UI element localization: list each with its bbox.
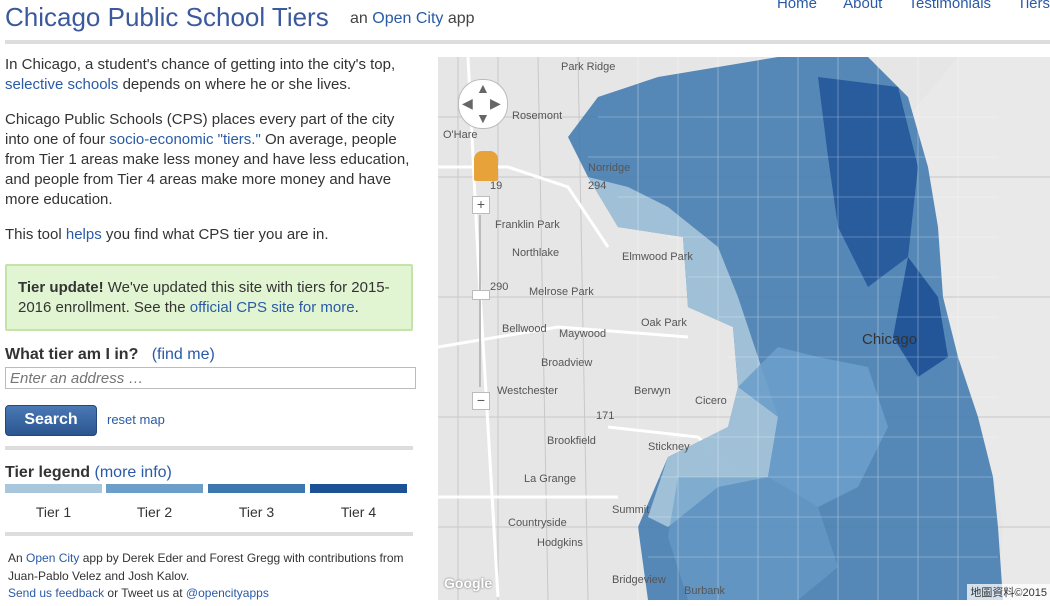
- selective-schools-link[interactable]: selective schools: [5, 76, 118, 93]
- intro-p1-tail: depends on where he or she lives.: [122, 76, 352, 93]
- map-label-elmwood-park: Elmwood Park: [622, 251, 693, 263]
- tagline: an Open City app: [350, 10, 475, 28]
- divider-legend: [5, 446, 413, 450]
- zoom-slider-handle[interactable]: [472, 290, 490, 300]
- map-label-chicago: Chicago: [862, 331, 918, 348]
- map-label-maywood: Maywood: [559, 328, 607, 340]
- intro-p1-text: In Chicago, a student's chance of gettin…: [5, 56, 396, 73]
- pan-down-icon[interactable]: ▼: [476, 110, 490, 126]
- helps-link[interactable]: helps: [66, 226, 102, 243]
- map-label-brookfield: Brookfield: [547, 435, 596, 447]
- tiers-link[interactable]: socio-economic "tiers.": [109, 131, 261, 148]
- tier-question-label: What tier am I in?: [5, 346, 139, 363]
- pan-control[interactable]: ▲ ▼ ◀ ▶: [458, 79, 508, 129]
- nav-about[interactable]: About: [843, 0, 882, 12]
- open-city-link[interactable]: Open City: [372, 10, 443, 27]
- official-cps-link[interactable]: official CPS site for more: [190, 299, 355, 316]
- tagline-suffix: app: [447, 10, 475, 27]
- footer-prefix: An: [8, 551, 23, 565]
- highway-shield-294: 294: [588, 180, 607, 192]
- map-label-burbank: Burbank: [684, 585, 725, 597]
- legend-swatch-tier-4: [310, 484, 407, 493]
- map-label-broadview: Broadview: [541, 357, 593, 369]
- map-copyright[interactable]: 地圖資料©2015: [967, 584, 1050, 600]
- map-label-melrose-park: Melrose Park: [529, 286, 594, 298]
- map-label-bridgeview: Bridgeview: [612, 574, 666, 586]
- pan-left-icon[interactable]: ◀: [462, 95, 473, 112]
- alert-text: Tier update! We've updated this site wit…: [18, 278, 403, 318]
- footer-credits: An Open City app by Derek Eder and Fores…: [8, 549, 408, 585]
- more-info-link[interactable]: (more info): [95, 464, 172, 481]
- tagline-prefix: an: [350, 10, 368, 27]
- reset-map-link[interactable]: reset map: [107, 412, 165, 427]
- zoom-slider-track[interactable]: [479, 215, 481, 387]
- intro-p3-text: This tool: [5, 226, 62, 243]
- intro: In Chicago, a student's chance of gettin…: [5, 55, 415, 260]
- map-label-summit: Summit: [612, 504, 650, 516]
- map-label-ohare: O'Hare: [443, 129, 478, 141]
- pan-right-icon[interactable]: ▶: [490, 95, 501, 112]
- map-label-bellwood: Bellwood: [502, 323, 547, 335]
- pan-up-icon[interactable]: ▲: [476, 80, 490, 96]
- legend-swatch-tier-2: [106, 484, 203, 493]
- legend-label-tier-3: Tier 3: [238, 504, 275, 520]
- google-logo[interactable]: Google: [444, 575, 492, 591]
- divider-footer: [5, 532, 413, 536]
- legend-label-tier-1: Tier 1: [35, 504, 72, 520]
- zoom-out-button[interactable]: −: [472, 392, 490, 410]
- legend-label-tier-2: Tier 2: [136, 504, 173, 520]
- feedback-link[interactable]: Send us feedback: [8, 586, 104, 600]
- map-label-northlake: Northlake: [512, 247, 560, 259]
- map-label-cicero: Cicero: [695, 395, 727, 407]
- intro-paragraph-3: This tool helps you find what CPS tier y…: [5, 225, 415, 245]
- street-view-pegman-icon[interactable]: [474, 151, 498, 181]
- map[interactable]: Park Ridge Rosemont O'Hare Norridge Fran…: [438, 57, 1050, 600]
- tier-question: What tier am I in? (find me): [5, 346, 215, 364]
- legend-title-text: Tier legend: [5, 464, 91, 481]
- top-nav: Home About Testimonials Tiers: [755, 0, 1050, 12]
- map-label-berwyn: Berwyn: [634, 385, 671, 397]
- highway-shield-171: 171: [596, 410, 615, 422]
- legend-title: Tier legend (more info): [5, 464, 172, 482]
- tier-update-alert: Tier update! We've updated this site wit…: [5, 264, 413, 331]
- map-label-westchester: Westchester: [497, 385, 558, 397]
- tweet-text: or Tweet us at: [107, 586, 183, 600]
- nav-tiers[interactable]: Tiers: [1017, 0, 1050, 12]
- header-divider: [5, 40, 1050, 44]
- map-label-hodgkins: Hodgkins: [537, 537, 583, 549]
- footer-feedback: Send us feedback or Tweet us at @opencit…: [8, 586, 269, 600]
- intro-paragraph-2: Chicago Public Schools (CPS) places ever…: [5, 110, 415, 210]
- twitter-link[interactable]: @opencityapps: [186, 586, 269, 600]
- map-label-oak-park: Oak Park: [641, 317, 687, 329]
- map-label-stickney: Stickney: [648, 441, 690, 453]
- legend-label-tier-4: Tier 4: [340, 504, 377, 520]
- map-label-norridge: Norridge: [588, 162, 631, 174]
- search-button[interactable]: Search: [5, 405, 97, 436]
- footer-open-city-link[interactable]: Open City: [26, 551, 79, 565]
- map-label-rosemont: Rosemont: [512, 110, 563, 122]
- map-label-countryside: Countryside: [508, 517, 567, 529]
- map-label-franklin-park: Franklin Park: [495, 219, 560, 231]
- legend-swatch-tier-3: [208, 484, 305, 493]
- zoom-in-button[interactable]: +: [472, 196, 490, 214]
- nav-home[interactable]: Home: [777, 0, 817, 12]
- legend-bars: [5, 484, 409, 493]
- highway-shield-19: 19: [490, 180, 503, 192]
- alert-end: .: [354, 299, 359, 316]
- highway-shield-290: 290: [490, 281, 509, 293]
- map-label-park-ridge: Park Ridge: [561, 61, 616, 73]
- map-label-la-grange: La Grange: [524, 473, 576, 485]
- intro-p3-tail: you find what CPS tier you are in.: [105, 226, 329, 243]
- intro-paragraph-1: In Chicago, a student's chance of gettin…: [5, 55, 415, 95]
- address-input[interactable]: [5, 367, 416, 389]
- nav-testimonials[interactable]: Testimonials: [909, 0, 992, 12]
- find-me-link[interactable]: (find me): [152, 346, 215, 363]
- header: Chicago Public School Tiers an Open City…: [5, 0, 1050, 40]
- alert-heading: Tier update!: [18, 279, 104, 296]
- site-title[interactable]: Chicago Public School Tiers: [5, 2, 329, 33]
- legend-swatch-tier-1: [5, 484, 102, 493]
